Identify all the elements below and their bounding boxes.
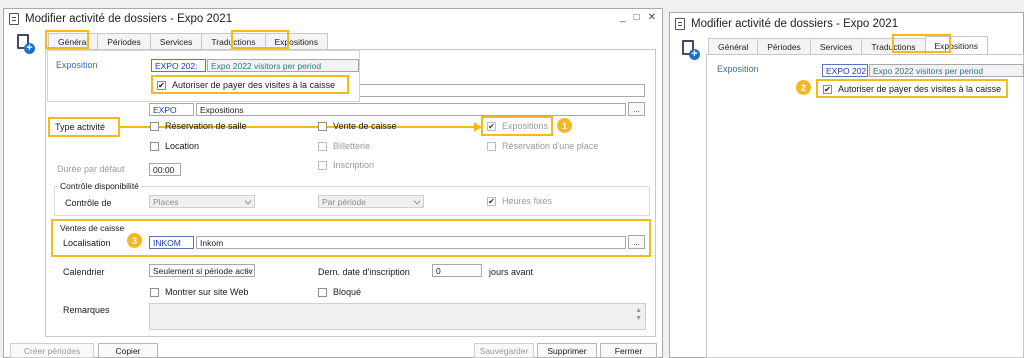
ventes-group-label: Ventes de caisse	[58, 223, 127, 233]
localisation-desc-field[interactable]: Inkom	[196, 236, 626, 249]
new-document-icon[interactable]	[682, 40, 700, 60]
new-document-icon[interactable]	[17, 34, 35, 54]
highlight-detail-allow-pay	[816, 79, 1008, 98]
reservation-place-checkbox[interactable]: Réservation d'une place	[487, 141, 598, 151]
duree-label: Durée par défaut	[57, 164, 125, 174]
detail-tab-general[interactable]: Général	[708, 38, 759, 54]
close-button[interactable]: ✕	[648, 13, 656, 23]
tab-periodes[interactable]: Périodes	[97, 33, 151, 49]
detail-window-title: Modifier activité de dossiers - Expo 202…	[691, 18, 899, 30]
highlight-detail-expositions-tab	[892, 34, 951, 53]
billetterie-checkbox[interactable]: Billetterie	[318, 141, 370, 151]
window-controls: _ □ ✕	[620, 13, 656, 23]
calendrier-select[interactable]: Seulement si période activ	[149, 264, 255, 277]
bloque-checkbox[interactable]: Bloqué	[318, 287, 361, 297]
calendrier-label: Calendrier	[63, 267, 105, 277]
remarques-textarea[interactable]: ▲ ▼	[149, 303, 646, 330]
highlight-expositions-tab	[231, 30, 289, 49]
maximize-button[interactable]: □	[634, 13, 640, 23]
tab-services[interactable]: Services	[149, 33, 203, 49]
localisation-browse-button[interactable]: ...	[628, 235, 645, 249]
exposition-desc-field[interactable]: Expo 2022 visitors per period	[207, 59, 359, 72]
duree-field[interactable]: 00:00	[149, 163, 181, 176]
creer-periodes-button[interactable]: Créer périodes	[10, 343, 94, 358]
highlight-expositions-checkbox	[481, 116, 553, 136]
window-title: Modifier activité de dossiers - Expo 202…	[25, 13, 233, 25]
callout-badge-3: 3	[127, 233, 142, 248]
detail-expositions-panel	[706, 54, 1024, 358]
highlight-general-tab	[45, 30, 89, 49]
description-field[interactable]	[340, 84, 645, 97]
type-activite-label: Type activité	[55, 122, 106, 132]
callout-badge-2: 2	[796, 80, 811, 95]
window-app-icon	[9, 13, 19, 25]
detail-exposition-code-field[interactable]: EXPO 202:	[822, 64, 868, 77]
activity-code-field[interactable]: EXPO	[149, 103, 194, 116]
localisation-label: Localisation	[63, 238, 111, 248]
jours-avant-label: jours avant	[489, 267, 534, 277]
dern-date-label: Dern. date d'inscription	[318, 267, 410, 277]
detail-tab-services[interactable]: Services	[809, 38, 863, 54]
chevron-down-icon	[244, 197, 252, 205]
controle-group-label: Contrôle disponibilité	[58, 181, 141, 191]
scroll-arrows-icon[interactable]: ▲ ▼	[635, 307, 642, 323]
heures-fixes-checkbox[interactable]: ✔ Heures fixes	[487, 196, 552, 206]
sauvegarder-button[interactable]: Sauvegarder	[474, 343, 534, 358]
localisation-code-field[interactable]: INKOM	[149, 236, 194, 249]
vente-caisse-checkbox[interactable]: Vente de caisse	[318, 121, 397, 131]
activity-code-desc[interactable]: Expositions	[196, 103, 626, 116]
controle-de-label: Contrôle de	[65, 198, 112, 208]
reservation-salle-checkbox[interactable]: Réservation de salle	[150, 121, 247, 131]
window-app-icon	[675, 18, 685, 30]
copier-button[interactable]: Copier	[98, 343, 158, 358]
activity-code-browse-button[interactable]: ...	[628, 102, 645, 116]
remarques-label: Remarques	[63, 305, 110, 315]
detail-window-titlebar: Modifier activité de dossiers - Expo 202…	[670, 13, 1023, 35]
detail-exposition-label: Exposition	[717, 64, 759, 74]
callout-badge-1: 1	[557, 118, 572, 133]
fermer-button[interactable]: Fermer	[600, 343, 657, 358]
controle-select[interactable]: Places	[149, 195, 255, 208]
dern-date-field[interactable]: 0	[432, 264, 482, 277]
inscription-checkbox[interactable]: Inscription	[318, 160, 374, 170]
exposition-code-field[interactable]: EXPO 202:	[151, 59, 206, 72]
detail-tab-periodes[interactable]: Périodes	[757, 38, 811, 54]
window-titlebar: Modifier activité de dossiers - Expo 202…	[4, 9, 662, 29]
supprimer-button[interactable]: Supprimer	[537, 343, 597, 358]
montrer-web-checkbox[interactable]: Montrer sur site Web	[150, 287, 248, 297]
periode-select[interactable]: Par période	[318, 195, 424, 208]
chevron-down-icon	[413, 197, 421, 205]
location-checkbox[interactable]: Location	[150, 141, 199, 151]
highlight-allow-pay	[151, 75, 349, 94]
exposition-label: Exposition	[56, 60, 98, 70]
detail-exposition-desc-field[interactable]: Expo 2022 visitors per period	[869, 64, 1024, 77]
minimize-button[interactable]: _	[620, 13, 626, 23]
